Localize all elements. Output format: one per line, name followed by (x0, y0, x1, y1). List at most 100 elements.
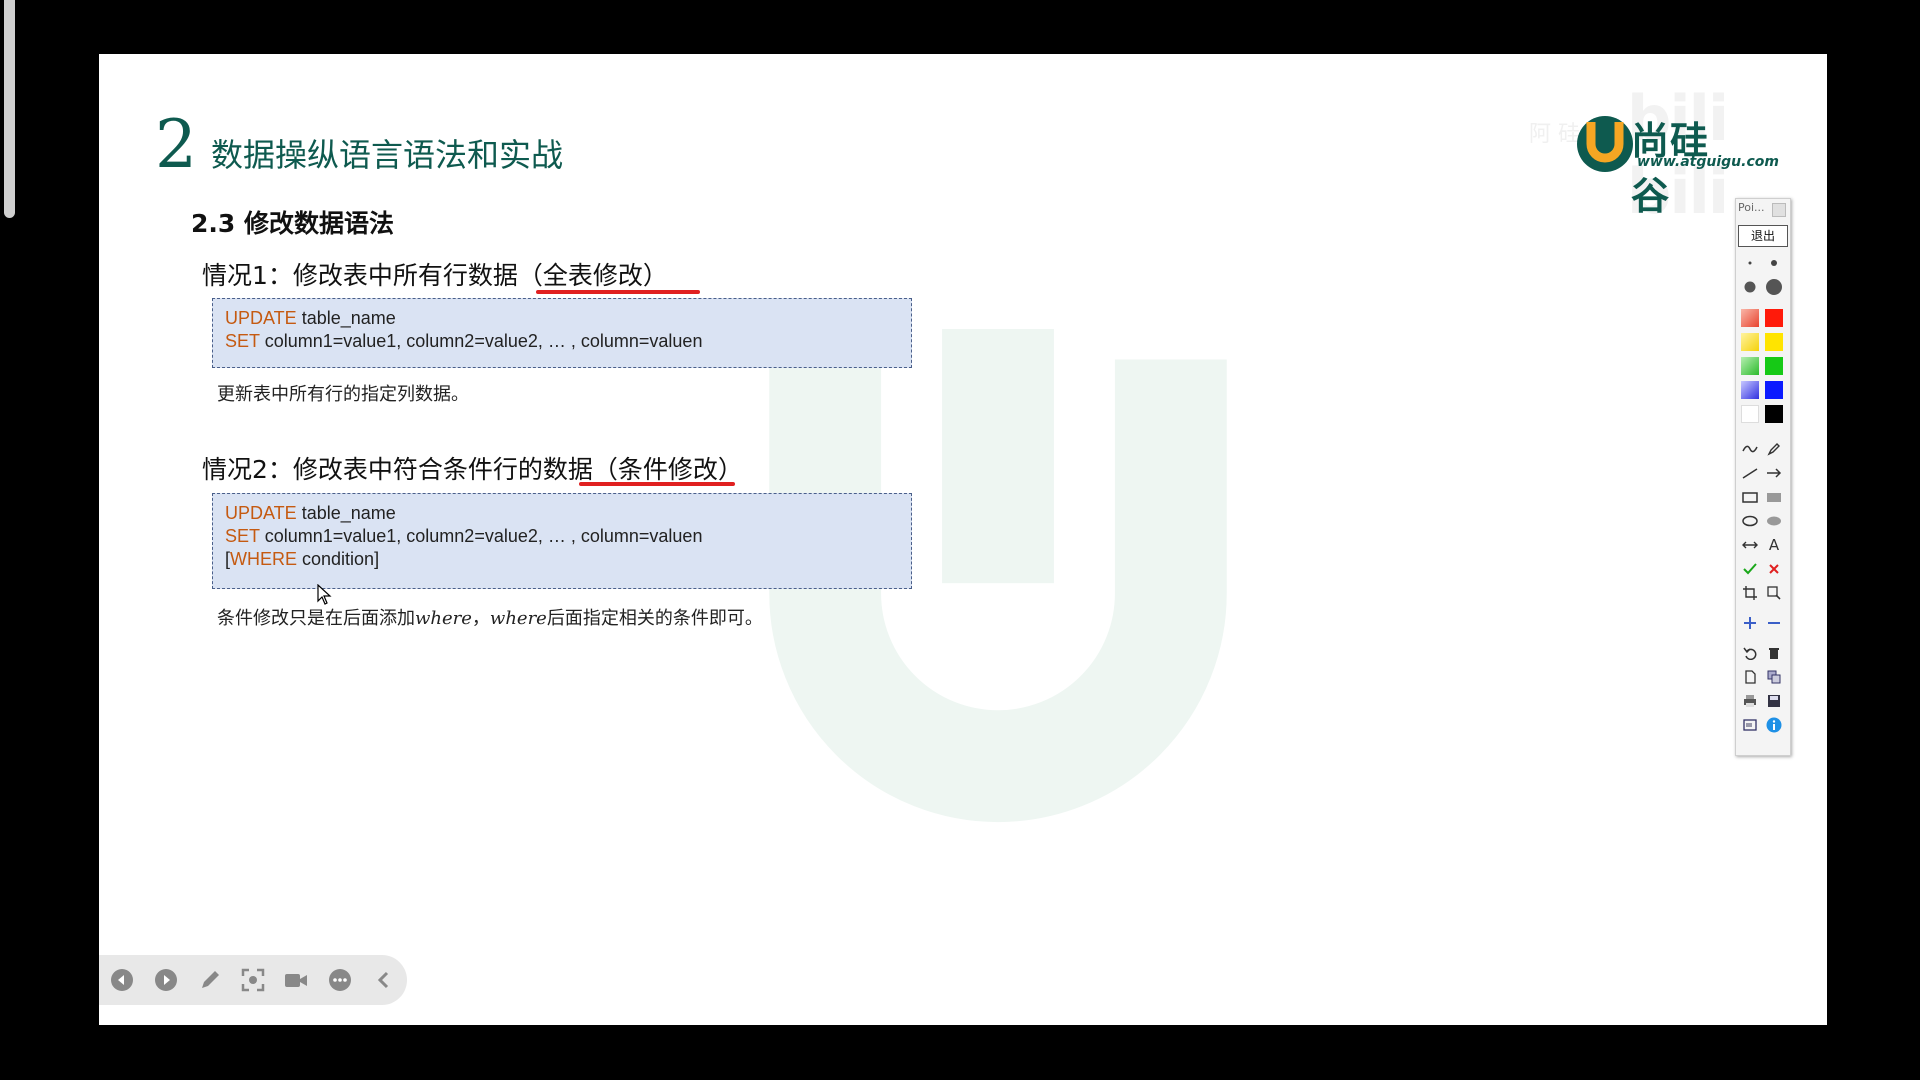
crop-icon (1743, 586, 1757, 600)
color-blue[interactable] (1765, 381, 1783, 399)
pen-tool-button[interactable] (195, 965, 225, 995)
double-arrow-tool[interactable] (1740, 535, 1760, 555)
highlighter-tool[interactable] (1764, 439, 1784, 459)
annotation-toolbar: Poi... 退出 A (1735, 198, 1791, 756)
atguigu-logo: 尚硅谷 www.atguigu.com (1573, 110, 1779, 218)
window-scrollbar[interactable] (4, 0, 15, 218)
crop-tool[interactable] (1740, 583, 1760, 603)
checkmark-tool[interactable] (1740, 559, 1760, 579)
screen-button[interactable] (1740, 715, 1760, 735)
zoom-in-button[interactable] (1740, 613, 1760, 633)
note-keyword: where (415, 608, 472, 629)
minus-icon (1768, 622, 1780, 624)
previous-slide-button[interactable] (107, 965, 137, 995)
line-tool[interactable] (1740, 463, 1760, 483)
toolbar-title: Poi... (1738, 201, 1765, 214)
previous-icon (111, 969, 133, 991)
note-keyword: where (489, 608, 547, 629)
case1-underline (536, 290, 700, 294)
pen-size-xs[interactable] (1740, 253, 1760, 273)
code-keyword: SET (225, 526, 260, 546)
arrow-right-icon (1767, 468, 1782, 478)
exit-button[interactable]: 退出 (1738, 225, 1788, 247)
screen-icon (1743, 719, 1757, 731)
case2-underline (579, 482, 735, 486)
pen-size-m[interactable] (1740, 277, 1760, 297)
ellipse-tool[interactable] (1740, 511, 1760, 531)
rectangle-tool[interactable] (1740, 487, 1760, 507)
pen-size-l[interactable] (1764, 277, 1784, 297)
code-line: UPDATE table_name (225, 502, 911, 525)
filled-rectangle-tool[interactable] (1764, 487, 1784, 507)
pen-size-s[interactable] (1764, 253, 1784, 273)
logo-u-icon (1577, 116, 1633, 172)
color-light-green[interactable] (1741, 357, 1759, 375)
code-text: column1=value1, column2=value2, … , colu… (259, 331, 703, 351)
save-button[interactable] (1764, 691, 1784, 711)
new-page-button[interactable] (1740, 667, 1760, 687)
copy-icon (1767, 670, 1781, 684)
zoom-tool[interactable] (1764, 583, 1784, 603)
code-text: column1=value1, column2=value2, … , colu… (259, 526, 703, 546)
color-black[interactable] (1765, 405, 1783, 423)
camera-button[interactable] (281, 965, 311, 995)
double-arrow-icon (1742, 541, 1758, 549)
floppy-disk-icon (1768, 695, 1780, 707)
collapse-bar-button[interactable] (369, 965, 399, 995)
pencil-icon (202, 971, 219, 988)
filled-rectangle-icon (1767, 493, 1781, 502)
ellipse-icon (1742, 515, 1758, 527)
cross-tool[interactable] (1764, 559, 1784, 579)
code-keyword: UPDATE (225, 503, 297, 523)
toolbar-close-button[interactable] (1772, 203, 1786, 217)
dot-icon (1744, 281, 1756, 293)
code-text: table_name (296, 308, 396, 328)
case1-note: 更新表中所有行的指定列数据。 (217, 384, 469, 405)
note-text: 条件修改只是在后面添加 (217, 608, 415, 629)
screenshot-icon (241, 968, 265, 992)
logo-url-text: www.atguigu.com (1637, 154, 1779, 170)
copy-button[interactable] (1764, 667, 1784, 687)
freehand-tool[interactable] (1740, 439, 1760, 459)
zoom-icon (1767, 586, 1781, 600)
dot-icon (1748, 261, 1752, 265)
code-line: [WHERE condition] (225, 548, 911, 571)
delete-button[interactable] (1764, 643, 1784, 663)
case1-heading: 情况1：修改表中所有行数据（全表修改） (202, 261, 668, 290)
screenshot-button[interactable] (238, 965, 268, 995)
color-light-blue[interactable] (1741, 381, 1759, 399)
section-title: 数据操纵语言语法和实战 (211, 136, 564, 174)
color-red[interactable] (1765, 309, 1783, 327)
more-options-button[interactable] (325, 965, 355, 995)
text-tool[interactable]: A (1764, 535, 1784, 555)
freehand-icon (1742, 445, 1758, 453)
zoom-out-button[interactable] (1764, 613, 1784, 633)
cross-icon (1769, 564, 1779, 574)
line-icon (1742, 468, 1758, 479)
printer-icon (1744, 695, 1756, 707)
color-yellow[interactable] (1765, 333, 1783, 351)
color-green[interactable] (1765, 357, 1783, 375)
undo-icon (1743, 647, 1757, 660)
dot-icon (1771, 260, 1777, 266)
dot-icon (1766, 279, 1782, 295)
note-text: 后面指定相关的条件即可。 (546, 608, 763, 629)
filled-ellipse-tool[interactable] (1764, 511, 1784, 531)
undo-button[interactable] (1740, 643, 1760, 663)
section-number: 2 (155, 106, 197, 183)
chevron-left-icon (377, 971, 389, 989)
code-text: condition] (297, 549, 380, 569)
highlighter-icon (1767, 443, 1780, 456)
code-line: SET column1=value1, column2=value2, … , … (225, 525, 911, 548)
color-light-yellow[interactable] (1741, 333, 1759, 351)
more-icon (329, 969, 351, 991)
rectangle-icon (1742, 492, 1758, 503)
case2-code-block: UPDATE table_name SET column1=value1, co… (212, 493, 912, 589)
next-slide-button[interactable] (151, 965, 181, 995)
subsection-title: 2.3 修改数据语法 (191, 209, 394, 238)
color-white[interactable] (1741, 405, 1759, 423)
color-light-red[interactable] (1741, 309, 1759, 327)
print-button[interactable] (1740, 691, 1760, 711)
arrow-tool[interactable] (1764, 463, 1784, 483)
info-button[interactable] (1764, 715, 1784, 735)
